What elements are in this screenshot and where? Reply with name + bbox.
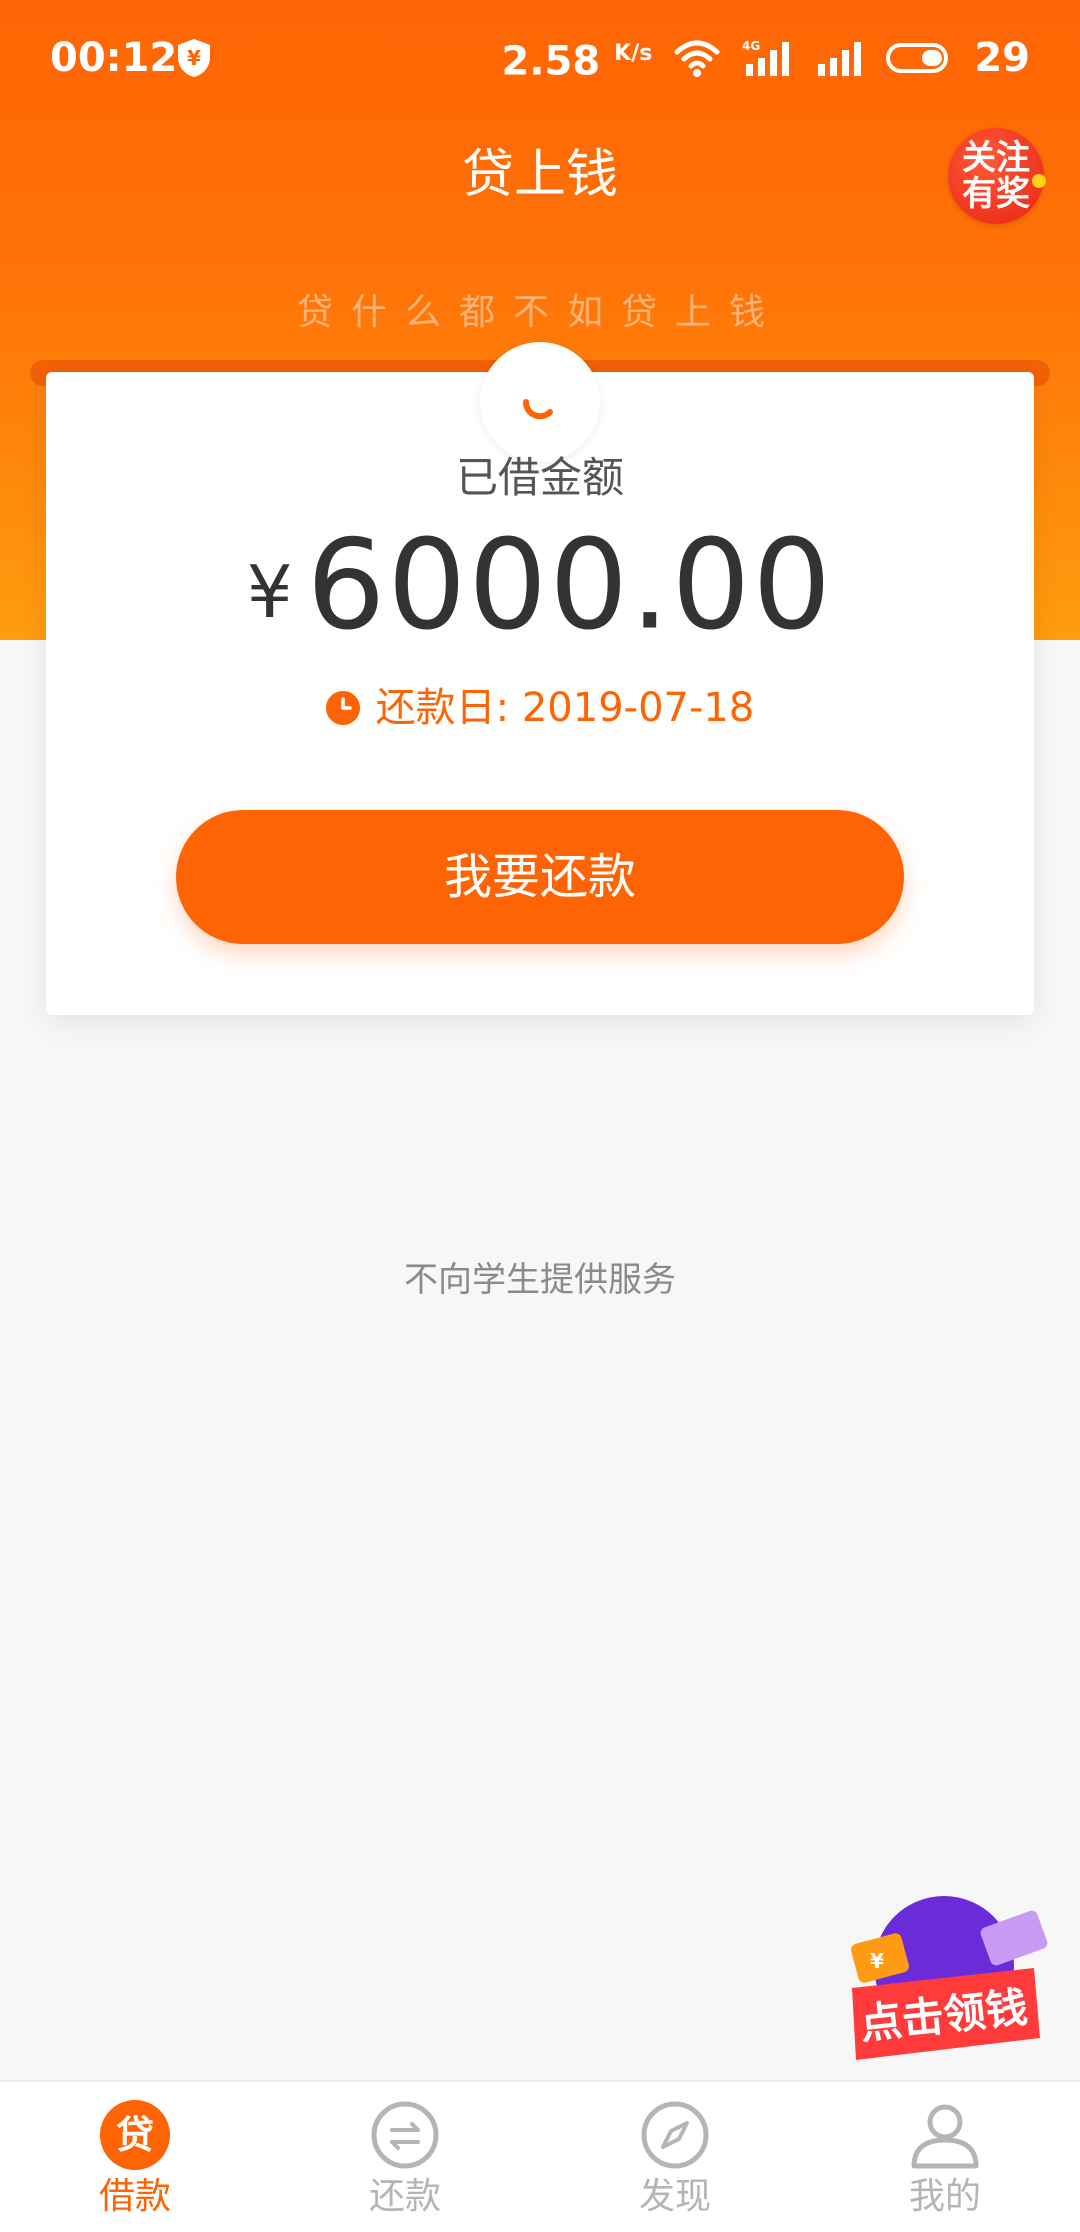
svg-text:¥: ¥ <box>187 46 201 70</box>
battery-level: 29 <box>974 35 1030 81</box>
due-date-row: 还款日: 2019-07-18 <box>0 680 1080 736</box>
student-notice: 不向学生提供服务 <box>404 1260 676 1300</box>
signal-icon <box>818 42 862 76</box>
follow-reward-button[interactable]: 关注 有奖 <box>948 128 1046 224</box>
wifi-icon <box>674 40 720 77</box>
repay-button[interactable]: 我要还款 <box>176 810 904 944</box>
red-packet-icon: ¥ 点击领钱 <box>851 1896 1048 2060</box>
borrowed-amount-label: 已借金额 <box>455 453 624 502</box>
tab-label-borrow: 借款 <box>98 2176 171 2217</box>
page-title: 贷上钱 <box>461 145 618 205</box>
compass-icon <box>641 2101 709 2169</box>
shield-yen-icon: ¥ <box>178 39 210 77</box>
follow-badge-line1: 关注 <box>962 138 1030 178</box>
badge-dot <box>1032 174 1046 188</box>
page: 00:12 ¥ 2.58 K/s 4G 29 贷上钱 关注 有奖 贷什么都不如贷… <box>0 0 1080 2232</box>
network-speed: 2.58 K/s <box>501 38 653 85</box>
tab-label-profile: 我的 <box>908 2176 981 2217</box>
svg-text:4G: 4G <box>742 39 760 53</box>
amount-row: ¥6000.00 <box>0 510 1080 661</box>
repay-icon <box>371 2101 439 2169</box>
spinner-icon <box>522 399 553 420</box>
loan-icon: 贷 <box>100 2100 170 2170</box>
tab-label-discover: 发现 <box>638 2176 711 2217</box>
signal-4g-icon: 4G <box>742 39 790 76</box>
tab-profile[interactable]: 我的 <box>810 2082 1080 2232</box>
loading-spinner <box>480 342 600 462</box>
currency-symbol: ¥ <box>246 549 293 634</box>
due-date-text: 还款日: 2019-07-18 <box>375 685 755 731</box>
clock-icon <box>325 691 360 725</box>
follow-badge-line2: 有奖 <box>962 174 1030 214</box>
status-right: 2.58 K/s 4G 29 <box>502 30 1031 86</box>
svg-text:贷: 贷 <box>116 2113 154 2157</box>
borrowed-amount: 6000.00 <box>306 513 834 658</box>
bottom-tab-bar: 贷 借款 还款 发现 我的 <box>0 2080 1080 2232</box>
claim-money-promo[interactable]: ¥ 点击领钱 <box>834 1888 1054 2088</box>
tab-label-repay: 还款 <box>368 2176 441 2217</box>
status-bar: 00:12 ¥ 2.58 K/s 4G 29 <box>0 0 1080 114</box>
slogan: 贷什么都不如贷上钱 <box>296 292 783 333</box>
tab-borrow[interactable]: 贷 借款 <box>0 2082 270 2232</box>
status-time: 00:12 <box>50 35 178 81</box>
svg-text:¥: ¥ <box>870 1949 884 1973</box>
tab-repay[interactable]: 还款 <box>270 2082 540 2232</box>
battery-icon <box>886 43 949 73</box>
tab-discover[interactable]: 发现 <box>540 2082 810 2232</box>
profile-icon <box>911 2104 979 2169</box>
